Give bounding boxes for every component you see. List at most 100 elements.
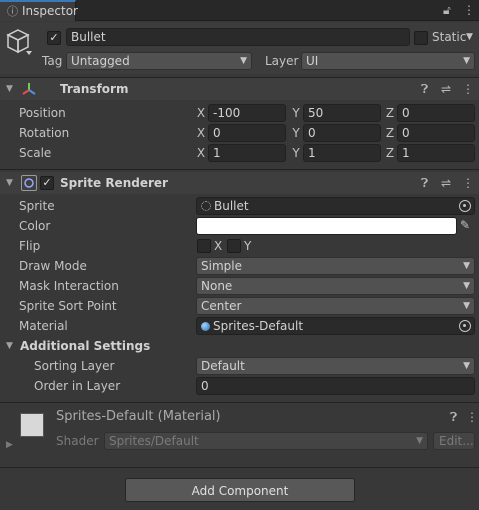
shader-value: Sprites/Default: [109, 434, 199, 448]
object-picker-icon[interactable]: [459, 200, 471, 212]
material-field[interactable]: Sprites-Default: [196, 317, 475, 335]
transform-foldout-icon[interactable]: ▼: [6, 78, 13, 100]
chevron-down-icon: ▼: [463, 361, 470, 371]
flip-x-checkbox[interactable]: [197, 239, 211, 253]
info-icon: ⓘ: [7, 5, 18, 18]
rotation-label: Rotation: [19, 126, 70, 140]
chevron-down-icon: ▼: [240, 56, 247, 66]
sort-point-value: Center: [201, 299, 242, 313]
scale-z-field[interactable]: 1: [397, 144, 475, 162]
sprite-label: Sprite: [19, 199, 55, 213]
layer-dropdown[interactable]: UI ▼: [301, 52, 475, 70]
transform-title: Transform: [60, 82, 129, 96]
scale-x-field[interactable]: 1: [208, 144, 286, 162]
help-icon[interactable]: ❓︎: [421, 78, 428, 100]
position-x-field[interactable]: -100: [208, 104, 286, 122]
sprite-renderer-icon: [21, 175, 37, 191]
sorting-layer-dropdown[interactable]: Default ▼: [196, 357, 475, 375]
material-label: Material: [19, 319, 68, 333]
draw-mode-label: Draw Mode: [19, 259, 87, 273]
tab-inspector-label: Inspector: [22, 4, 78, 18]
more-options-icon[interactable]: ⋮: [463, 0, 475, 21]
flip-label: Flip: [19, 239, 41, 253]
sorting-layer-label: Sorting Layer: [34, 359, 115, 373]
position-z-label[interactable]: Z: [385, 104, 395, 122]
gameobject-name-field[interactable]: Bullet: [66, 28, 410, 46]
rotation-x-field[interactable]: 0: [208, 124, 286, 142]
mask-interaction-value: None: [201, 279, 233, 293]
scale-y-label[interactable]: Y: [291, 144, 301, 162]
rotation-z-label[interactable]: Z: [385, 124, 395, 142]
position-z-field[interactable]: 0: [397, 104, 475, 122]
scale-z-label[interactable]: Z: [385, 144, 395, 162]
static-dropdown-icon[interactable]: ▼: [466, 28, 473, 46]
rotation-y-label[interactable]: Y: [291, 124, 301, 142]
context-menu-icon[interactable]: ⋮: [462, 172, 474, 194]
color-swatch[interactable]: [196, 217, 457, 235]
position-y-label[interactable]: Y: [291, 104, 301, 122]
presets-icon[interactable]: ⇌: [441, 172, 451, 194]
help-icon[interactable]: ❓︎: [450, 406, 457, 428]
object-picker-icon[interactable]: [459, 320, 471, 332]
lock-icon[interactable]: 🔓︎: [443, 0, 451, 21]
order-in-layer-field[interactable]: 0: [196, 377, 475, 395]
position-x-label[interactable]: X: [196, 104, 206, 122]
flip-y-checkbox[interactable]: [227, 239, 241, 253]
chevron-down-icon: ▼: [463, 56, 470, 66]
chevron-down-icon: ▼: [463, 261, 470, 271]
sprite-asset-icon: [201, 201, 211, 211]
scale-y-field[interactable]: 1: [303, 144, 381, 162]
additional-settings-foldout-icon[interactable]: ▼: [6, 335, 13, 357]
scale-label: Scale: [19, 146, 52, 160]
divider: [0, 402, 479, 403]
rotation-x-label[interactable]: X: [196, 124, 206, 142]
help-icon[interactable]: ❓︎: [421, 172, 428, 194]
gameobject-cube-icon[interactable]: [6, 28, 32, 59]
scale-x-label[interactable]: X: [196, 144, 206, 162]
add-component-button[interactable]: Add Component: [125, 478, 355, 502]
shader-edit-button[interactable]: Edit...: [433, 432, 475, 450]
context-menu-icon[interactable]: ⋮: [462, 78, 474, 100]
rotation-z-field[interactable]: 0: [397, 124, 475, 142]
divider: [0, 169, 479, 170]
tag-value: Untagged: [71, 54, 130, 68]
sort-point-label: Sprite Sort Point: [19, 299, 117, 313]
color-label: Color: [19, 219, 51, 233]
presets-icon[interactable]: ⇌: [441, 78, 451, 100]
context-menu-icon[interactable]: ⋮: [466, 406, 478, 428]
draw-mode-dropdown[interactable]: Simple ▼: [196, 257, 475, 275]
chevron-down-icon: ▼: [416, 436, 423, 446]
material-preview-thumbnail: [20, 413, 44, 437]
shader-label: Shader: [56, 434, 99, 448]
draw-mode-value: Simple: [201, 259, 242, 273]
layer-label: Layer: [265, 54, 299, 68]
sprite-renderer-foldout-icon[interactable]: ▼: [6, 172, 13, 194]
chevron-down-icon: ▼: [463, 281, 470, 291]
eyedropper-icon[interactable]: ✎: [460, 218, 470, 232]
material-title: Sprites-Default (Material): [56, 409, 221, 424]
flip-x-label: X: [214, 239, 223, 253]
sprite-renderer-title: Sprite Renderer: [60, 176, 168, 190]
position-y-field[interactable]: 50: [303, 104, 381, 122]
tag-dropdown[interactable]: Untagged ▼: [66, 52, 252, 70]
order-in-layer-label: Order in Layer: [34, 379, 121, 393]
rotation-y-field[interactable]: 0: [303, 124, 381, 142]
mask-interaction-dropdown[interactable]: None ▼: [196, 277, 475, 295]
additional-settings-label[interactable]: Additional Settings: [20, 337, 150, 355]
active-checkbox[interactable]: ✓: [47, 31, 61, 45]
flip-y-label: Y: [244, 239, 252, 253]
sprite-renderer-enabled-checkbox[interactable]: ✓: [40, 176, 54, 190]
layer-value: UI: [306, 54, 319, 68]
divider: [0, 467, 479, 468]
chevron-down-icon: ▼: [463, 301, 470, 311]
sorting-layer-value: Default: [201, 359, 245, 373]
sprite-field[interactable]: Bullet: [196, 197, 475, 215]
mask-interaction-label: Mask Interaction: [19, 279, 119, 293]
material-value: Sprites-Default: [213, 319, 304, 333]
sort-point-dropdown[interactable]: Center ▼: [196, 297, 475, 315]
material-foldout-icon[interactable]: ▶: [6, 436, 13, 454]
shader-dropdown[interactable]: Sprites/Default ▼: [104, 432, 428, 450]
tab-inspector[interactable]: ⓘ Inspector: [0, 0, 78, 21]
transform-axis-icon: [21, 81, 37, 100]
static-checkbox[interactable]: [414, 31, 428, 45]
